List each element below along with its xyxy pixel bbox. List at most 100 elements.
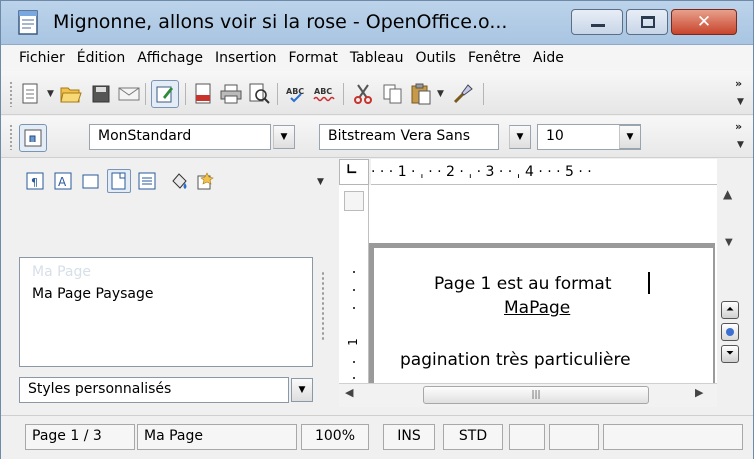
paragraph-style-dropdown-icon[interactable]: ▼ xyxy=(273,125,295,149)
vertical-scrollbar[interactable]: ▼ ⏶ ⏷ xyxy=(717,231,741,383)
toolbar-separator xyxy=(343,83,344,105)
toolbar-grip[interactable] xyxy=(9,124,13,150)
horizontal-scrollbar[interactable]: ◀ ||| ▶ xyxy=(339,383,717,407)
panel-splitter[interactable] xyxy=(321,271,325,341)
styles-menu-dropdown-icon[interactable]: ▼ xyxy=(317,177,324,187)
text-cursor xyxy=(648,272,650,294)
scroll-up-icon[interactable]: ▲ xyxy=(723,187,732,201)
tab-type-selector[interactable]: ∟ xyxy=(339,159,369,185)
status-info xyxy=(603,424,743,450)
scroll-down-icon[interactable]: ▼ xyxy=(725,237,733,248)
status-page-style[interactable]: Ma Page xyxy=(137,424,297,450)
toolbar-options-icon[interactable]: ▼ xyxy=(737,97,744,107)
document-page[interactable]: Page 1 est au format MaPage pagination t… xyxy=(373,247,713,383)
menu-aide[interactable]: Aide xyxy=(527,50,570,66)
save-icon[interactable] xyxy=(89,82,113,106)
minimize-button[interactable] xyxy=(571,9,623,35)
status-zoom[interactable]: 100% xyxy=(301,424,369,450)
menu-affichage[interactable]: Affichage xyxy=(131,50,209,66)
page-styles-icon[interactable] xyxy=(107,169,131,193)
ruler-tick xyxy=(353,361,355,363)
menu-fichier[interactable]: Fichier xyxy=(13,50,71,66)
menu-format[interactable]: Format xyxy=(282,50,343,66)
next-page-button[interactable]: ⏷ xyxy=(721,345,739,363)
status-insert-mode[interactable]: INS xyxy=(383,424,435,450)
page-preview-icon[interactable] xyxy=(247,82,271,106)
menu-tableau[interactable]: Tableau xyxy=(344,50,410,66)
toolbar-overflow-icon[interactable]: » xyxy=(735,77,742,90)
styles-formatting-icon[interactable] xyxy=(19,124,47,152)
close-icon: ✕ xyxy=(696,12,712,32)
font-name-dropdown-icon[interactable]: ▼ xyxy=(509,125,531,149)
fill-format-mode-icon[interactable] xyxy=(167,169,191,193)
maximize-icon xyxy=(641,16,655,28)
navigator-dot-icon xyxy=(726,328,734,336)
font-name-input[interactable]: Bitstream Vera Sans xyxy=(319,124,499,150)
new-dropdown-icon[interactable]: ▼ xyxy=(47,89,54,99)
cut-icon[interactable] xyxy=(351,82,375,106)
double-up-arrow-icon: ⏶ xyxy=(726,304,734,315)
email-icon[interactable] xyxy=(117,82,141,106)
horizontal-scroll-thumb[interactable]: ||| xyxy=(423,386,649,404)
menu-bar: Fichier Édition Affichage Insertion Form… xyxy=(1,45,753,71)
frame-styles-icon[interactable] xyxy=(79,169,103,193)
svg-text:¶: ¶ xyxy=(31,176,38,189)
styles-list: Ma Page Ma Page Paysage xyxy=(19,257,313,367)
toolbar-options-icon[interactable]: ▼ xyxy=(737,140,744,150)
font-size-dropdown-icon[interactable]: ▼ xyxy=(619,125,641,149)
toolbar-separator xyxy=(185,83,186,105)
vertical-scrollbar-top: ▲ xyxy=(717,185,741,229)
menu-outils[interactable]: Outils xyxy=(409,50,461,66)
scroll-left-icon[interactable]: ◀ xyxy=(345,386,353,399)
status-signature[interactable] xyxy=(549,424,599,450)
svg-text:A: A xyxy=(58,175,67,189)
autospellcheck-icon[interactable]: ABC xyxy=(313,82,337,106)
style-filter-dropdown-icon[interactable]: ▼ xyxy=(291,378,313,402)
document-line-1: Page 1 est au format xyxy=(434,274,612,294)
navigation-button[interactable] xyxy=(721,323,739,341)
window-title: Mignonne, allons voir si la rose - OpenO… xyxy=(53,11,508,33)
vertical-ruler[interactable]: 1 xyxy=(339,185,369,383)
standard-toolbar: ▼ ABC ABC ▼ » ▼ xyxy=(1,71,753,115)
app-window: Mignonne, allons voir si la rose - OpenO… xyxy=(0,0,754,459)
status-modified[interactable] xyxy=(509,424,545,450)
new-document-icon[interactable] xyxy=(19,82,43,106)
close-button[interactable]: ✕ xyxy=(671,9,737,35)
style-filter-select[interactable]: Styles personnalisés xyxy=(19,377,289,403)
edit-mode-icon[interactable] xyxy=(151,80,179,108)
copy-icon[interactable] xyxy=(381,82,405,106)
document-line-3: pagination très particulière xyxy=(400,350,631,370)
ruler-tick xyxy=(353,271,355,273)
paragraph-styles-icon[interactable]: ¶ xyxy=(23,169,47,193)
new-style-from-selection-icon[interactable] xyxy=(193,169,217,193)
open-folder-icon[interactable] xyxy=(59,82,83,106)
status-page[interactable]: Page 1 / 3 xyxy=(25,424,135,450)
list-item[interactable]: Ma Page xyxy=(32,264,91,280)
horizontal-ruler[interactable]: · · · 1 · ˌ · · 2 · ˌ · 3 · · ˌ 4 · · · … xyxy=(371,159,717,185)
double-down-arrow-icon: ⏷ xyxy=(726,348,734,359)
ruler-corner-square xyxy=(344,191,364,211)
spellcheck-icon[interactable]: ABC xyxy=(285,82,309,106)
paragraph-style-input[interactable]: MonStandard xyxy=(89,124,271,150)
list-item[interactable]: Ma Page Paysage xyxy=(32,286,154,302)
toolbar-separator xyxy=(483,83,484,105)
character-styles-icon[interactable]: A xyxy=(51,169,75,193)
toolbar-grip[interactable] xyxy=(9,81,13,107)
previous-page-button[interactable]: ⏶ xyxy=(721,301,739,319)
paste-dropdown-icon[interactable]: ▼ xyxy=(437,89,444,99)
maximize-button[interactable] xyxy=(626,9,668,35)
paste-icon[interactable] xyxy=(409,82,433,106)
print-icon[interactable] xyxy=(219,82,243,106)
list-styles-icon[interactable] xyxy=(135,169,159,193)
status-selection-mode[interactable]: STD xyxy=(443,424,503,450)
title-bar[interactable]: Mignonne, allons voir si la rose - OpenO… xyxy=(1,1,753,45)
toolbar-overflow-icon[interactable]: » xyxy=(735,120,742,133)
menu-insertion[interactable]: Insertion xyxy=(209,50,282,66)
clone-formatting-icon[interactable] xyxy=(451,82,475,106)
menu-edition[interactable]: Édition xyxy=(71,50,131,66)
minimize-icon xyxy=(591,24,605,27)
export-pdf-icon[interactable] xyxy=(191,82,215,106)
menu-fenetre[interactable]: Fenêtre xyxy=(462,50,527,66)
scroll-right-icon[interactable]: ▶ xyxy=(695,386,703,399)
status-bar: Page 1 / 3 Ma Page 100% INS STD xyxy=(1,415,753,459)
